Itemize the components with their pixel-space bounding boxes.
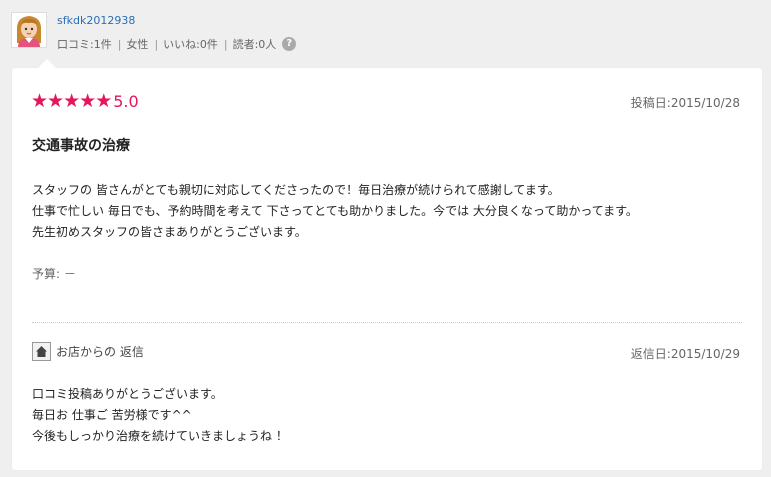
stats-separator: |	[154, 37, 159, 51]
star-icon: ★	[95, 90, 113, 112]
card-pointer	[38, 59, 56, 68]
reply-body: 口コミ投稿ありがとうございます。 毎日お 仕事ご 苦労様です^^ 今後もしっかり…	[32, 384, 288, 447]
star-icon: ★	[31, 90, 49, 112]
divider	[32, 322, 742, 323]
star-rating: ★ ★ ★ ★ ★ 5.0	[31, 91, 139, 111]
star-icon: ★	[79, 90, 97, 112]
review-line: スタッフの 皆さんがとても親切に対応してくださったので！毎日治療が続けられて感謝…	[32, 183, 560, 197]
budget: 予算: －	[32, 267, 76, 281]
review-line: 先生初めスタッフの皆さまありがとうございます。	[32, 225, 307, 239]
like-count: いいね:0件	[163, 38, 218, 51]
reader-count: 読者:0人	[232, 38, 277, 51]
rating-score: 5.0	[113, 91, 139, 111]
review-body: スタッフの 皆さんがとても親切に対応してくださったので！毎日治療が続けられて感謝…	[32, 180, 638, 243]
review-title: 交通事故の治療	[32, 138, 130, 154]
shop-reply-header: お店からの 返信	[32, 342, 144, 361]
user-stats: 口コミ:1件 | 女性 | いいね:0件 | 読者:0人 ?	[57, 36, 297, 52]
question-circle-icon[interactable]: ?	[282, 37, 297, 51]
reply-line: 毎日お 仕事ご 苦労様です^^	[32, 408, 192, 422]
stats-separator: |	[223, 37, 228, 51]
stats-separator: |	[117, 37, 122, 51]
review-card: ★ ★ ★ ★ ★ 5.0 投稿日:2015/10/28 交通事故の治療 スタッ…	[12, 59, 762, 470]
gender: 女性	[126, 38, 149, 51]
star-icon: ★	[63, 90, 81, 112]
house-icon	[32, 342, 51, 361]
post-date: 投稿日:2015/10/28	[630, 96, 740, 110]
reply-date: 返信日:2015/10/29	[630, 347, 740, 361]
avatar-girl-icon	[12, 13, 46, 47]
username-link[interactable]: sfkdk2012938	[57, 14, 135, 27]
review-count: 口コミ:1件	[57, 38, 112, 51]
review-line: 仕事で忙しい 毎日でも、予約時間を考えて 下さってとても助かりました。今では 大…	[32, 204, 638, 218]
reply-label: お店からの 返信	[56, 345, 144, 359]
reply-line: 口コミ投稿ありがとうございます。	[32, 387, 223, 401]
star-icon: ★	[47, 90, 65, 112]
reviewer-header: sfkdk2012938 口コミ:1件 | 女性 | いいね:0件 | 読者:0…	[0, 0, 771, 62]
reply-line: 今後もしっかり治療を続けていきましょうね ！	[32, 429, 288, 443]
avatar[interactable]	[11, 12, 47, 48]
